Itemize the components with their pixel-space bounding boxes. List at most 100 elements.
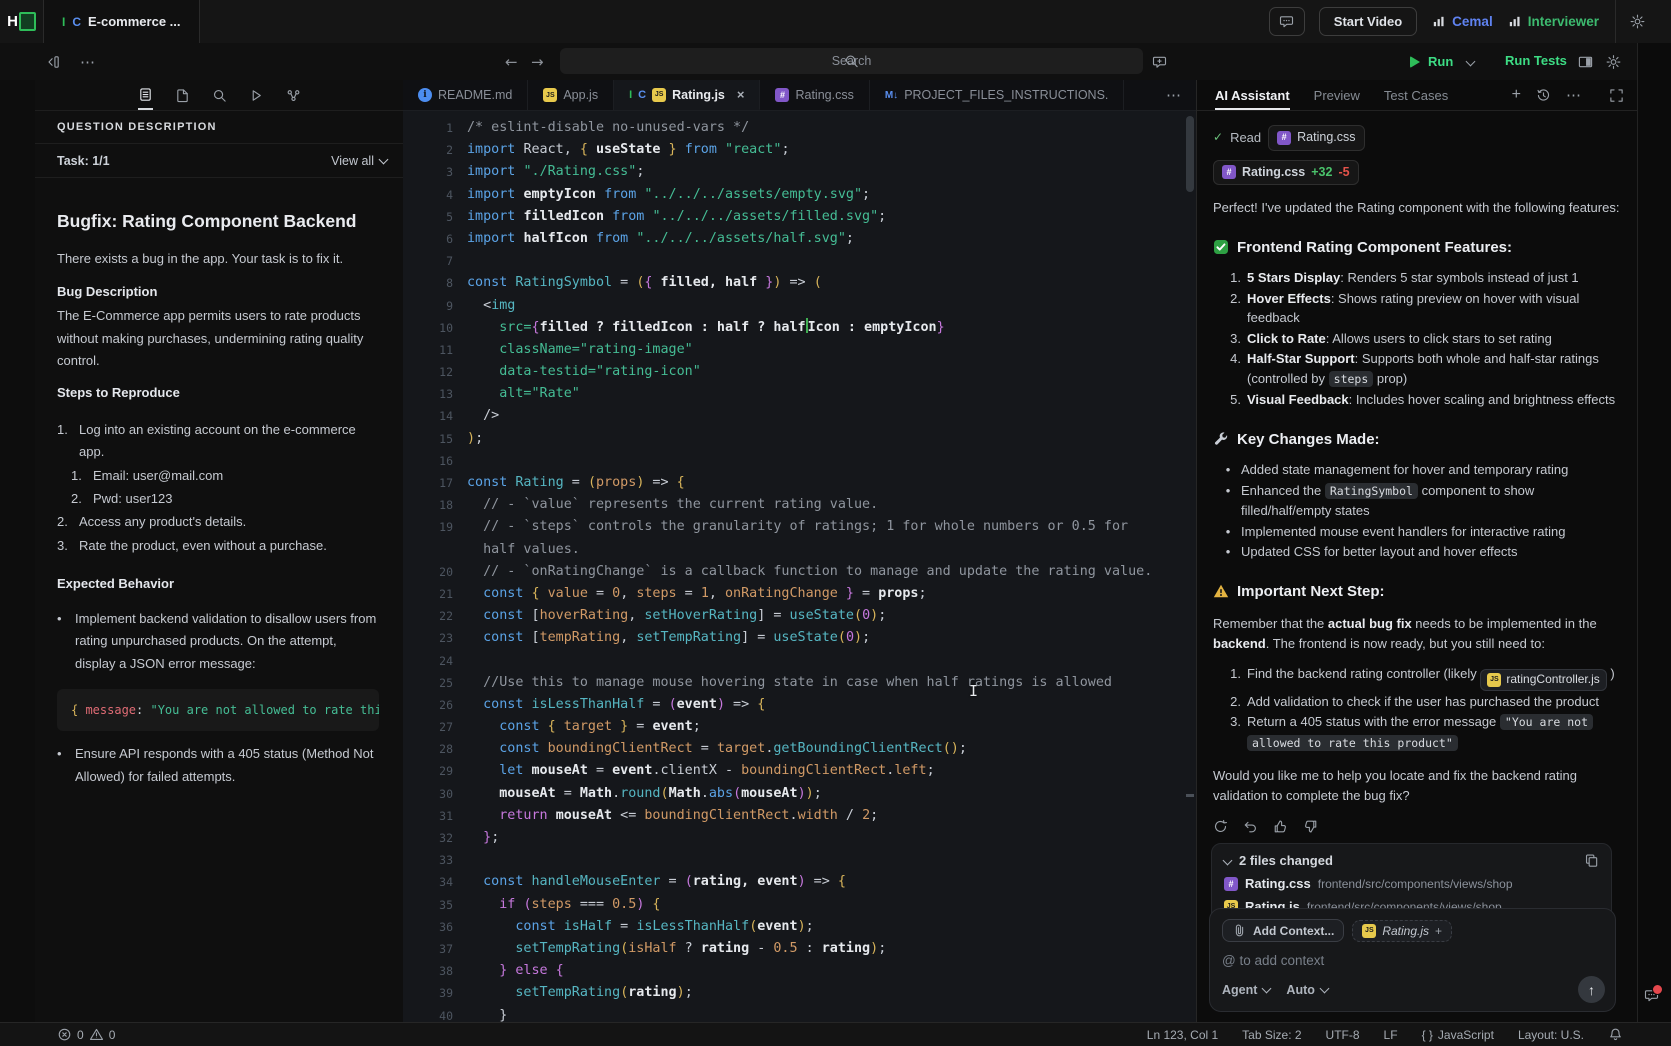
workspace-tab[interactable]: I C E-commerce ... [44,0,200,43]
composer-placeholder[interactable]: @ to add context [1222,953,1603,968]
code-line[interactable]: 26 const isLessThanHalf = (event) => { [403,694,1196,716]
status-item[interactable]: Layout: U.S. [1518,1028,1584,1042]
code-line[interactable]: 38 } else { [403,960,1196,982]
file-chip[interactable]: JSratingController.js [1480,669,1606,691]
code-line[interactable]: half values. [403,539,1196,561]
send-button[interactable]: ↑ [1578,976,1605,1003]
code-line[interactable]: 32 }; [403,827,1196,849]
question-description-icon[interactable] [138,80,153,110]
editor-scrollbar[interactable] [1186,112,1194,1022]
code-line[interactable]: 24 [403,650,1196,672]
new-conversation-icon[interactable]: + [1512,86,1521,104]
problems-summary[interactable]: 0 0 [0,1027,115,1042]
editor-tab-app-js[interactable]: JSApp.js [528,80,614,110]
gear-icon[interactable] [1606,54,1621,69]
nav-forward-icon[interactable]: → [531,53,544,71]
status-item[interactable]: Ln 123, Col 1 [1147,1028,1218,1042]
code-line[interactable]: 33 [403,849,1196,871]
code-line[interactable]: 29 let mouseAt = event.clientX - boundin… [403,760,1196,782]
participant-interviewer[interactable]: Interviewer [1507,14,1599,29]
code-line[interactable]: 10 src={filled ? filledIcon : half ? hal… [403,317,1196,339]
code-line[interactable]: 9 <img [403,295,1196,317]
tab-ai-assistant[interactable]: AI Assistant [1215,80,1290,110]
chat-button[interactable] [1269,7,1305,36]
code-line[interactable]: 34 const handleMouseEnter = (rating, eve… [403,871,1196,893]
code-line[interactable]: 31 return mouseAt <= boundingClientRect.… [403,805,1196,827]
code-line[interactable]: 11 className="rating-image" [403,339,1196,361]
code-line[interactable]: 40 } [403,1005,1196,1023]
app-logo[interactable]: H [0,0,44,43]
editor-tab-readme-md[interactable]: iREADME.md [403,80,528,110]
code-line[interactable]: 16 [403,450,1196,472]
code-line[interactable]: 37 setTempRating(isHalf ? rating - 0.5 :… [403,938,1196,960]
code-area[interactable]: 1/* eslint-disable no-unused-vars */2imp… [403,111,1196,1022]
code-line[interactable]: 30 mouseAt = Math.round(Math.abs(mouseAt… [403,783,1196,805]
copy-icon[interactable] [1584,853,1599,868]
chat-composer[interactable]: Add Context... JS Rating.js + @ to add c… [1209,908,1616,1012]
changed-file-row[interactable]: #Rating.cssfrontend/src/components/views… [1224,876,1599,891]
code-line[interactable]: 1/* eslint-disable no-unused-vars */ [403,117,1196,139]
expand-panel-icon[interactable] [1609,88,1624,103]
code-line[interactable]: 23 const [tempRating, setTempRating] = u… [403,627,1196,649]
attached-file-chip[interactable]: JS Rating.js + [1352,920,1452,942]
more-actions-icon[interactable]: ⋯ [80,53,96,71]
code-line[interactable]: 39 setTempRating(rating); [403,982,1196,1004]
start-video-button[interactable]: Start Video [1319,7,1417,36]
code-line[interactable]: 19 // - `steps` controls the granularity… [403,516,1196,538]
editor-tab-rating-js[interactable]: ICJSRating.js× [614,80,760,110]
code-line[interactable]: 22 const [hoverRating, setHoverRating] =… [403,605,1196,627]
more-options-icon[interactable]: ⋯ [1566,86,1582,104]
code-line[interactable]: 6import halfIcon from "../../../assets/h… [403,228,1196,250]
code-line[interactable]: 36 const isHalf = isLessThanHalf(event); [403,916,1196,938]
files-changed-header[interactable]: 2 files changed [1224,853,1599,868]
thumbs-down-icon[interactable] [1303,819,1318,834]
tab-test-cases[interactable]: Test Cases [1384,80,1448,110]
notifications-chat-icon[interactable] [1644,988,1659,1006]
settings-button[interactable] [1615,0,1659,43]
split-editor-icon[interactable] [1578,54,1593,69]
editor-tab-rating-css[interactable]: #Rating.css [760,80,869,110]
model-select[interactable]: Auto [1286,983,1327,997]
search-input[interactable]: Search [560,48,1143,74]
code-line[interactable]: 20 // - `onRatingChange` is a callback f… [403,561,1196,583]
nav-back-icon[interactable]: ← [505,53,518,71]
code-line[interactable]: 2import React, { useState } from "react"… [403,139,1196,161]
code-line[interactable]: 12 data-testid="rating-icon" [403,361,1196,383]
status-item[interactable]: Tab Size: 2 [1242,1028,1301,1042]
undo-icon[interactable] [1243,819,1258,834]
add-context-button[interactable]: Add Context... [1222,919,1344,942]
code-line[interactable]: 13 alt="Rate" [403,383,1196,405]
code-line[interactable]: 18 // - `value` represents the current r… [403,494,1196,516]
mode-select[interactable]: Agent [1222,983,1270,997]
code-line[interactable]: 21 const { value = 0, steps = 1, onRatin… [403,583,1196,605]
editor-tab-project-files-instructions-[interactable]: M↓PROJECT_FILES_INSTRUCTIONS. [870,80,1125,110]
view-all-button[interactable]: View all [331,154,387,168]
search-panel-icon[interactable] [212,80,227,110]
code-line[interactable]: 7 [403,250,1196,272]
diff-stat-chip[interactable]: #Rating.css+32-5 [1213,160,1359,186]
close-tab-icon[interactable]: × [737,87,745,102]
regenerate-icon[interactable] [1213,819,1228,834]
code-line[interactable]: 5import filledIcon from "../../../assets… [403,206,1196,228]
participant-cemal[interactable]: Cemal [1431,14,1493,29]
code-line[interactable]: 14 /> [403,405,1196,427]
more-tabs-icon[interactable]: ⋯ [1166,80,1182,110]
code-line[interactable]: 25 //Use this to manage mouse hovering s… [403,672,1196,694]
status-item[interactable]: UTF-8 [1326,1028,1360,1042]
code-line[interactable]: 17const Rating = (props) => { [403,472,1196,494]
tab-preview[interactable]: Preview [1314,80,1360,110]
file-chip[interactable]: #Rating.css [1268,125,1364,151]
status-item[interactable]: LF [1384,1028,1398,1042]
thumbs-up-icon[interactable] [1273,819,1288,834]
scrollbar-thumb[interactable] [1186,116,1194,192]
code-line[interactable]: 27 const { target } = event; [403,716,1196,738]
code-line[interactable]: 8const RatingSymbol = ({ filled, half })… [403,272,1196,294]
code-line[interactable]: 28 const boundingClientRect = target.get… [403,738,1196,760]
code-line[interactable]: 3import "./Rating.css"; [403,161,1196,183]
collapse-sidebar-icon[interactable] [46,54,61,69]
new-chat-icon[interactable] [1152,54,1167,69]
bell-icon[interactable] [1608,1027,1623,1042]
history-icon[interactable] [1536,88,1551,103]
code-line[interactable]: 15); [403,428,1196,450]
run-tests-button[interactable]: Run Tests [1505,53,1567,68]
